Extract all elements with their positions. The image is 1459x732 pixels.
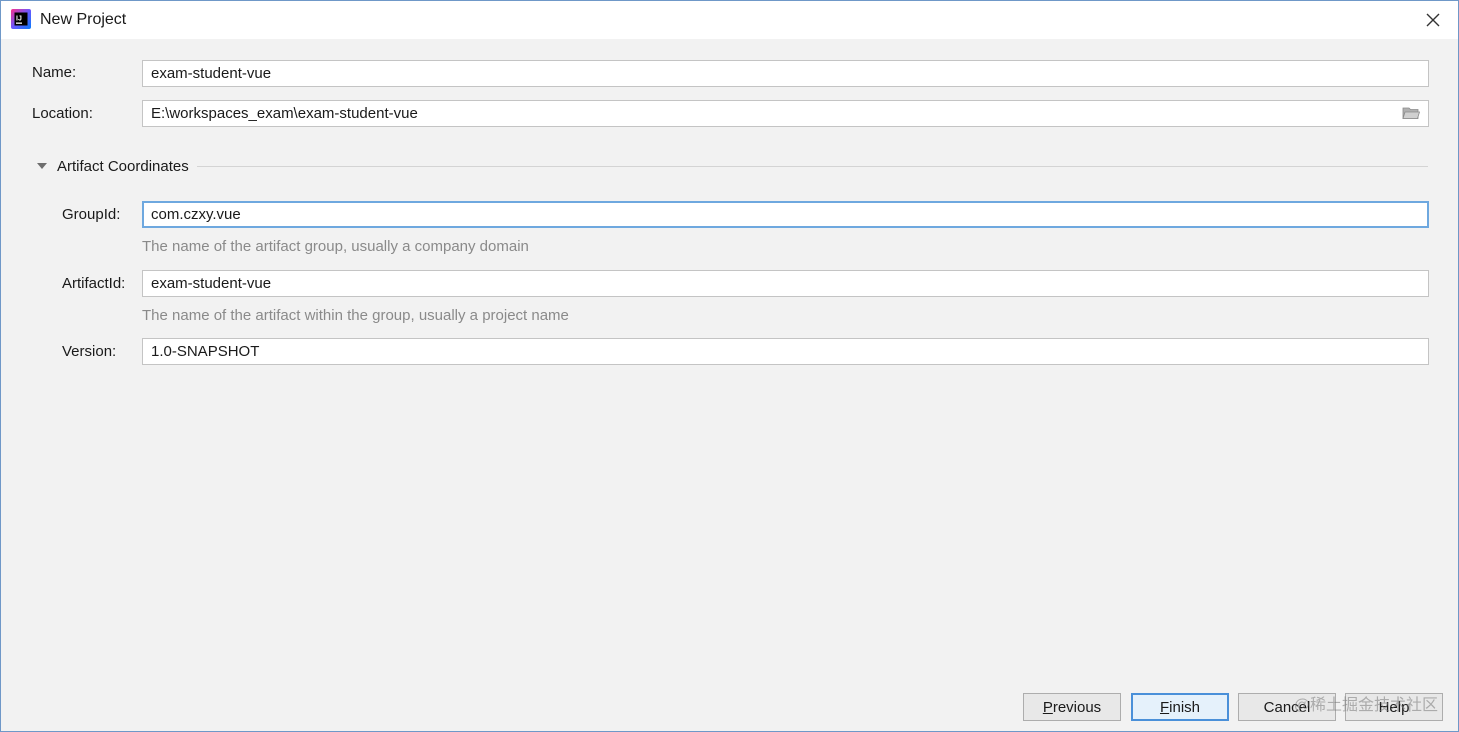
help-button[interactable]: Help (1345, 693, 1443, 721)
section-divider (196, 165, 1428, 167)
previous-button[interactable]: Previous (1023, 693, 1121, 721)
section-title: Artifact Coordinates (57, 157, 189, 175)
version-input[interactable] (142, 338, 1429, 365)
finish-button[interactable]: Finish (1131, 693, 1229, 721)
close-button[interactable] (1420, 7, 1446, 33)
location-field[interactable]: E:\workspaces_exam\exam-student-vue (142, 100, 1429, 127)
new-project-dialog: IJ New Project Name: Location: E:\worksp… (0, 0, 1459, 732)
cancel-button[interactable]: Cancel (1238, 693, 1336, 721)
dialog-title: New Project (40, 11, 127, 28)
previous-label: revious (1052, 698, 1102, 716)
finish-label: inish (1169, 698, 1201, 716)
help-label: Help (1378, 698, 1410, 716)
name-input[interactable] (142, 60, 1429, 87)
location-value: E:\workspaces_exam\exam-student-vue (151, 105, 418, 122)
svg-text:IJ: IJ (16, 16, 22, 23)
version-label: Version: (62, 343, 117, 360)
artifact-id-label: ArtifactId: (62, 275, 126, 292)
artifact-id-hint: The name of the artifact within the grou… (142, 307, 569, 324)
artifact-coordinates-header[interactable]: Artifact Coordinates (36, 156, 1428, 176)
cancel-label: Cancel (1263, 698, 1311, 716)
chevron-down-icon[interactable] (36, 160, 48, 172)
intellij-idea-icon: IJ (11, 9, 31, 29)
title-bar: IJ New Project (1, 1, 1458, 39)
close-icon (1426, 13, 1440, 27)
folder-icon[interactable] (1402, 106, 1420, 120)
previous-mnemonic: P (1042, 698, 1053, 716)
group-id-hint: The name of the artifact group, usually … (142, 238, 529, 255)
name-label: Name: (32, 64, 77, 81)
finish-mnemonic: F (1159, 698, 1170, 716)
group-id-label: GroupId: (62, 206, 121, 223)
artifact-id-input[interactable] (142, 270, 1429, 297)
group-id-input[interactable] (142, 201, 1429, 228)
location-label: Location: (32, 105, 93, 122)
